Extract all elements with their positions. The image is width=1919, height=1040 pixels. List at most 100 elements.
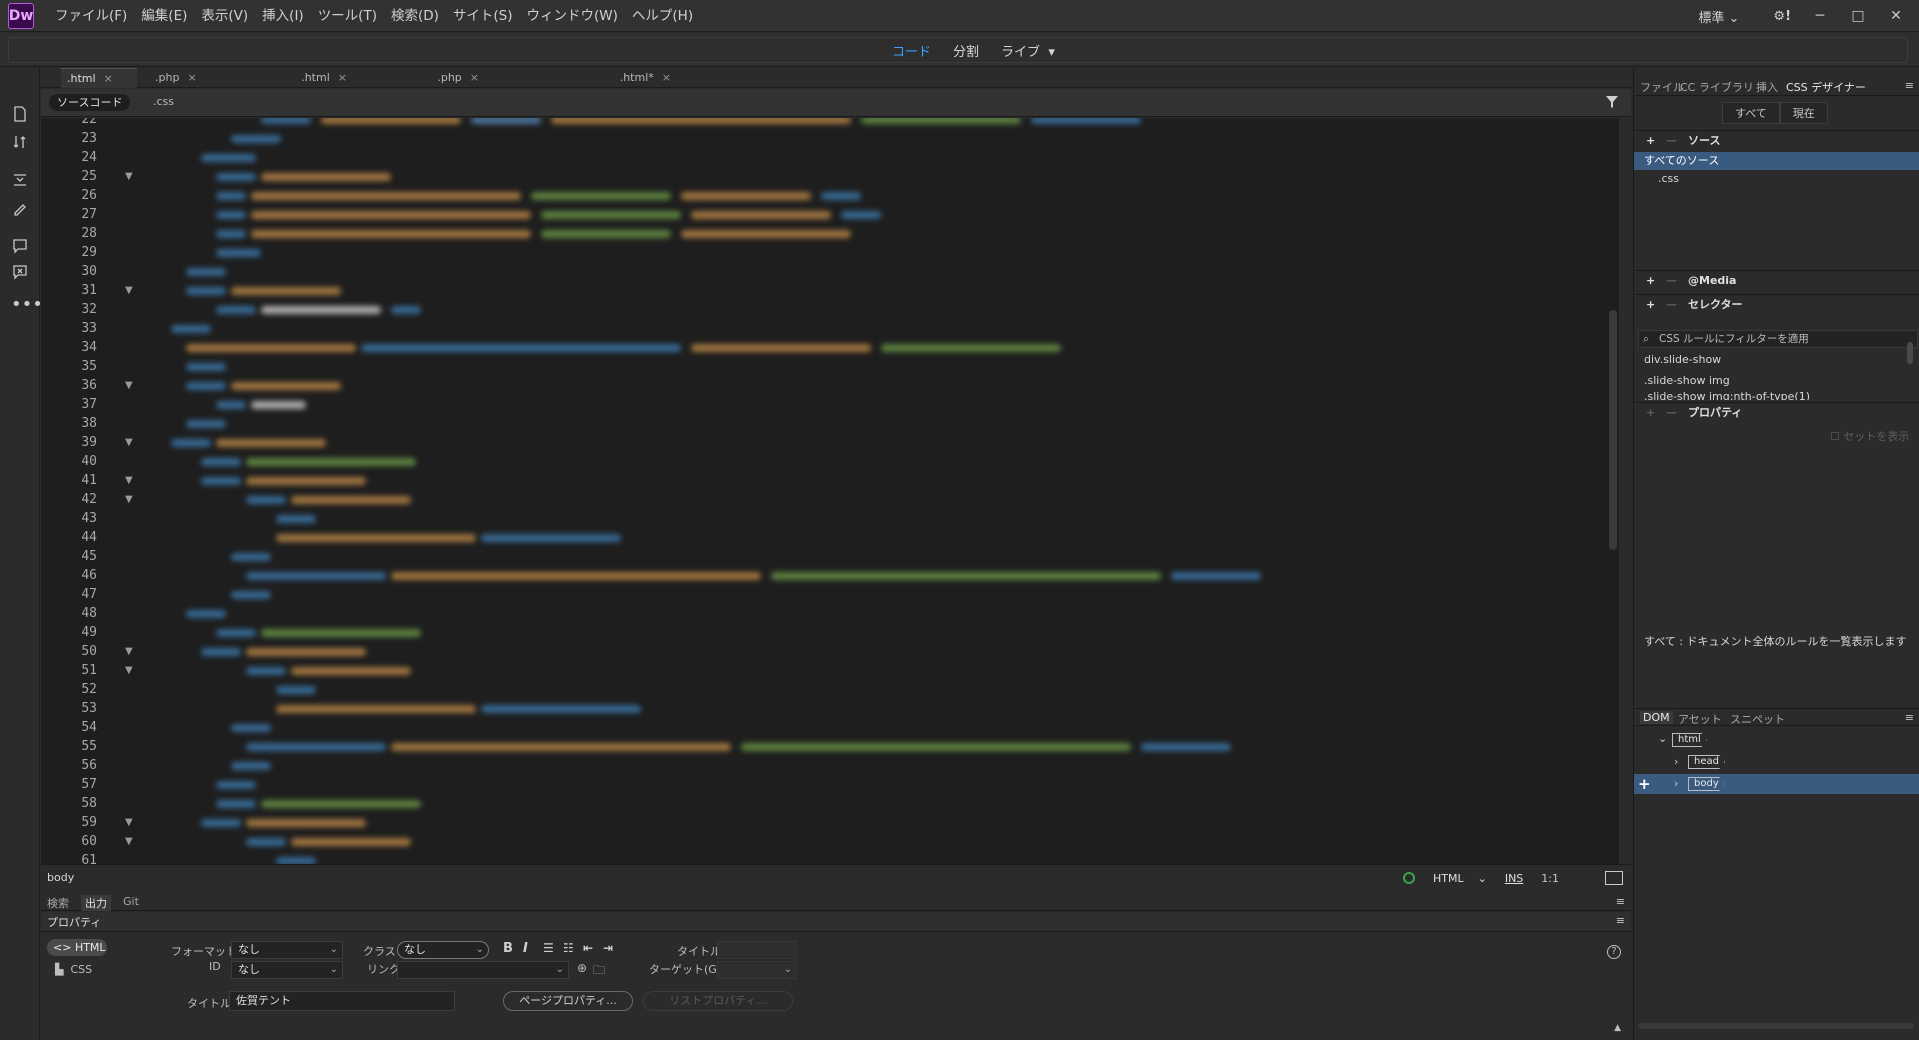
panel-menu-icon[interactable]: ≡ (1616, 895, 1625, 908)
menu-help[interactable]: ヘルプ(H) (625, 0, 700, 32)
dom-row-head[interactable]: › head (1634, 752, 1919, 772)
code-view-button[interactable]: コード (892, 41, 931, 60)
close-icon[interactable]: × (470, 71, 479, 84)
bold-button[interactable]: B (503, 941, 513, 956)
fold-toggle-icon[interactable]: ▼ (125, 376, 133, 395)
menu-site[interactable]: サイト(S) (446, 0, 520, 32)
comment-icon[interactable] (11, 238, 29, 256)
menu-window[interactable]: ウィンドウ(W) (520, 0, 625, 32)
workspace-switcher[interactable]: 標準 ⌄ (1688, 7, 1749, 26)
fold-toggle-icon[interactable]: ▼ (125, 642, 133, 661)
css-mode-button[interactable]: ▙ CSS (55, 963, 92, 976)
link-input[interactable]: ⌄ (397, 961, 569, 979)
dom-row-html[interactable]: ⌄ html (1634, 730, 1919, 750)
close-icon[interactable]: × (662, 71, 671, 84)
dom-node-html[interactable]: html (1672, 733, 1707, 747)
close-icon[interactable]: × (338, 71, 347, 84)
panel-menu-icon[interactable]: ≡ (1905, 79, 1914, 92)
indent-icon[interactable]: ⇥ (603, 941, 613, 955)
chevron-right-icon[interactable]: › (1674, 777, 1678, 790)
close-icon[interactable]: × (104, 72, 113, 85)
all-sources-item[interactable]: すべてのソース (1634, 152, 1919, 170)
related-css-file[interactable]: .css (153, 95, 174, 108)
document-tab[interactable]: .php × (353, 68, 483, 88)
class-select[interactable]: なし ⌄ (397, 941, 489, 959)
selector-filter-input[interactable]: ⌕ CSS ルールにフィルターを適用 (1638, 330, 1918, 348)
doc-title-input[interactable]: 佐賀テント (229, 991, 455, 1011)
panel-menu-icon[interactable]: ≡ (1616, 914, 1625, 927)
collapse-icon[interactable]: ▲ (1614, 1023, 1621, 1033)
linting-ok-icon[interactable] (1403, 872, 1415, 884)
filter-icon[interactable] (1605, 95, 1619, 109)
document-tab[interactable]: .html* × (485, 68, 675, 88)
minimize-button[interactable]: ─ (1801, 8, 1839, 24)
page-properties-button[interactable]: ページプロパティ... (503, 991, 633, 1011)
tab-output[interactable]: 出力 (81, 895, 111, 911)
editor-scrollbar[interactable] (1609, 310, 1617, 550)
outdent-icon[interactable]: ⇤ (583, 941, 593, 955)
code-editor[interactable]: 22 23 24 25 26 27 28 29 30 31 32 33 34 35 36 37 38 39 40 41… (41, 118, 1619, 864)
document-type-select[interactable]: HTML ⌄ (1433, 872, 1487, 885)
tab-css-designer[interactable]: CSS デザイナー (1786, 79, 1866, 95)
source-code-button[interactable]: ソースコード (49, 94, 131, 111)
close-button[interactable]: ✕ (1877, 8, 1915, 24)
fold-toggle-icon[interactable]: ▼ (125, 167, 133, 186)
split-view-button[interactable]: 分割 (953, 41, 979, 60)
chevron-right-icon[interactable]: › (1674, 755, 1678, 768)
open-documents-icon[interactable] (11, 106, 29, 124)
dom-node-head[interactable]: head (1688, 755, 1725, 769)
add-source-icon[interactable]: + (1646, 131, 1655, 151)
target-select[interactable]: ⌄ (717, 961, 797, 979)
tag-selector-body[interactable]: body (47, 871, 74, 884)
help-icon[interactable]: ? (1607, 945, 1621, 959)
all-button[interactable]: すべて (1722, 102, 1780, 124)
ordered-list-icon[interactable]: ☷ (563, 941, 574, 955)
more-icon[interactable]: ••• (11, 296, 43, 318)
chevron-down-icon[interactable]: ⌄ (1658, 732, 1667, 745)
tab-cc-libraries[interactable]: CC ライブラリ (1680, 79, 1754, 95)
close-icon[interactable]: × (187, 71, 196, 84)
italic-button[interactable]: I (523, 941, 528, 956)
folder-icon[interactable]: 🗀 (593, 961, 605, 982)
fold-toggle-icon[interactable]: ▼ (125, 433, 133, 452)
sync-settings-button[interactable]: ⚙! (1763, 9, 1801, 24)
menu-insert[interactable]: 挿入(I) (255, 0, 311, 32)
menu-view[interactable]: 表示(V) (194, 0, 255, 32)
selector-item[interactable]: .slide-show img (1634, 372, 1919, 390)
tab-search[interactable]: 検索 (47, 895, 69, 911)
file-transfer-icon[interactable] (11, 134, 29, 152)
panel-scrollbar[interactable] (1638, 1023, 1914, 1029)
add-selector-icon[interactable]: + (1646, 295, 1655, 315)
fold-toggle-icon[interactable]: ▼ (125, 661, 133, 680)
dom-row-body[interactable]: + › body (1634, 774, 1919, 794)
selector-item[interactable]: div.slide-show (1634, 351, 1919, 369)
html-mode-button[interactable]: <> HTML (47, 939, 107, 956)
document-tab[interactable]: .html × (241, 68, 351, 88)
tab-insert[interactable]: 挿入 (1756, 79, 1778, 95)
unordered-list-icon[interactable]: ☰ (543, 941, 554, 955)
menu-tools[interactable]: ツール(T) (311, 0, 384, 32)
link-title-input[interactable] (717, 941, 797, 959)
document-tab[interactable]: .html × (61, 68, 137, 88)
tab-snippets[interactable]: スニペット (1730, 711, 1785, 727)
panel-menu-icon[interactable]: ≡ (1905, 711, 1914, 724)
maximize-button[interactable]: □ (1839, 8, 1877, 24)
point-to-file-icon[interactable]: ⊕ (577, 961, 587, 975)
dom-node-body[interactable]: body (1688, 777, 1725, 791)
fold-toggle-icon[interactable]: ▼ (125, 281, 133, 300)
menu-file[interactable]: ファイル(F) (48, 0, 134, 32)
add-element-icon[interactable]: + (1638, 775, 1651, 793)
id-select[interactable]: なし ⌄ (231, 961, 343, 979)
live-preview-icon[interactable] (1605, 871, 1623, 885)
tab-dom[interactable]: DOM (1640, 711, 1673, 724)
selector-scrollbar[interactable] (1907, 342, 1913, 364)
insert-mode[interactable]: INS (1505, 872, 1523, 885)
format-source-icon[interactable] (11, 200, 29, 218)
selector-item[interactable]: .slide-show img:nth-of-type(1) (1634, 390, 1919, 400)
tab-git[interactable]: Git (123, 895, 139, 908)
live-view-button[interactable]: ライブ ▾ (1001, 41, 1055, 60)
fold-toggle-icon[interactable]: ▼ (125, 490, 133, 509)
tab-assets[interactable]: アセット (1678, 711, 1722, 727)
format-select[interactable]: なし ⌄ (231, 941, 343, 959)
fold-toggle-icon[interactable]: ▼ (125, 832, 133, 851)
